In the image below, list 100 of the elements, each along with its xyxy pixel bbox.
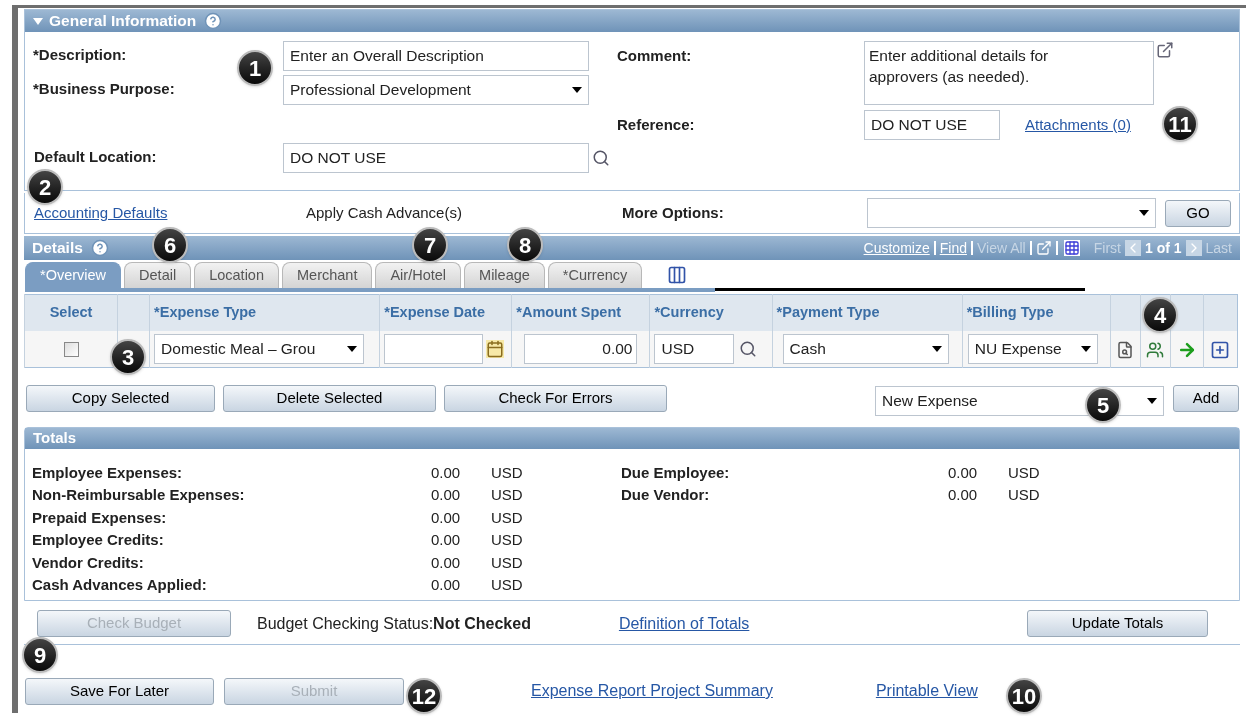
field-label: *Description: <box>33 45 128 66</box>
field-label: Employee Credits: <box>32 530 165 551</box>
amount-value: 0.00 <box>431 530 462 551</box>
button[interactable]: Save For Later <box>25 677 214 705</box>
field-label: Cash Advances Applied: <box>32 574 208 595</box>
add-row-icon[interactable] <box>1210 339 1231 360</box>
reference-field[interactable]: DO NOT USE <box>864 110 1000 140</box>
default-location-field[interactable]: DO NOT USE <box>283 142 589 173</box>
calendar-icon[interactable] <box>486 339 505 358</box>
currency-code: USD <box>491 574 523 595</box>
comment-textarea[interactable]: Enter additional details for approvers (as needed). <box>864 41 1154 105</box>
dropdown-caret-icon <box>347 345 358 352</box>
select-checkbox[interactable] <box>63 342 79 357</box>
dropdown-caret-icon <box>1147 398 1157 404</box>
link[interactable]: Attachments (0) <box>1025 113 1131 137</box>
field-label: Comment: <box>617 46 693 66</box>
amount-value: 0.00 <box>431 574 462 595</box>
amount-field[interactable]: 0.00 <box>524 333 638 364</box>
button[interactable]: Check For Errors <box>444 384 667 412</box>
expand-popup-icon[interactable] <box>1156 41 1174 59</box>
amount-value: 0.00 <box>431 462 462 483</box>
expense-type-select[interactable]: Domestic Meal – Grou <box>154 333 365 364</box>
budget-status-label: Budget Checking Status: <box>257 613 434 634</box>
callout-number: 9 <box>22 637 58 673</box>
tab[interactable]: Mileage <box>464 262 545 288</box>
panel-title: General Information <box>49 11 197 32</box>
callout-number: 1 <box>237 50 273 86</box>
column-header: *Currency <box>649 294 773 331</box>
help-icon[interactable] <box>90 239 109 257</box>
field-label: Employee Expenses: <box>32 462 184 483</box>
field-label: Reference: <box>617 114 696 135</box>
currency-code: USD <box>1008 462 1040 483</box>
first-label: First <box>1093 238 1121 258</box>
collapse-triangle-icon[interactable] <box>33 17 43 25</box>
column-header: *Billing Type <box>962 294 1111 331</box>
next-icon[interactable] <box>1185 240 1202 256</box>
field-label: *Business Purpose: <box>33 79 176 100</box>
currency-code: USD <box>491 552 523 573</box>
button[interactable]: Update Totals <box>1027 610 1208 637</box>
currency-code: USD <box>491 530 523 551</box>
column-header: *Payment Type <box>772 294 963 331</box>
callout-number: 6 <box>152 227 188 263</box>
dropdown-caret-icon <box>1139 210 1149 216</box>
link[interactable]: Definition of Totals <box>618 611 750 636</box>
callout-number: 10 <box>1006 678 1042 714</box>
download-grid-icon[interactable] <box>1063 240 1080 256</box>
billing-type-select[interactable]: NU Expense <box>967 333 1098 364</box>
currency-field[interactable]: USD <box>654 333 735 364</box>
help-icon[interactable] <box>204 12 223 30</box>
field-label: Default Location: <box>33 147 158 168</box>
field-label: Non-Reimbursable Expenses: <box>32 485 246 506</box>
dropdown-caret-icon <box>931 345 942 352</box>
currency-code: USD <box>1008 485 1040 506</box>
dropdown-caret-icon <box>572 86 582 93</box>
amount-value: 0.00 <box>431 552 462 573</box>
business-purpose-select[interactable]: Professional Development <box>283 74 589 105</box>
field-label: Due Employee: <box>621 462 731 483</box>
button[interactable]: Add <box>1173 384 1239 412</box>
panel-title: Details <box>32 238 83 259</box>
field-label: Prepaid Expenses: <box>32 507 168 528</box>
column-header: *Expense Date <box>379 294 512 331</box>
last-label: Last <box>1205 238 1232 258</box>
tab[interactable]: Location <box>194 262 279 288</box>
tab[interactable]: Merchant <box>282 262 373 288</box>
tab[interactable]: Air/Hotel <box>375 262 462 288</box>
detail-view-icon[interactable] <box>1116 340 1135 359</box>
field-label: Vendor Credits: <box>32 552 145 573</box>
link[interactable]: Printable View <box>875 679 978 703</box>
column-header: *Amount Spent <box>511 294 650 331</box>
link[interactable]: Expense Report Project Summary <box>531 679 773 703</box>
tab[interactable]: *Currency <box>547 262 643 288</box>
search-icon[interactable] <box>739 339 758 358</box>
currency-code: USD <box>491 462 523 483</box>
payment-type-select[interactable]: Cash <box>782 333 949 364</box>
more-options-select[interactable] <box>867 198 1156 228</box>
currency-code: USD <box>491 485 523 506</box>
amount-value: 0.00 <box>431 485 462 506</box>
amount-value: 0.00 <box>948 485 979 506</box>
column-header: *Expense Type <box>149 294 380 331</box>
description-field[interactable]: Enter an Overall Description <box>283 40 589 71</box>
callout-number: 7 <box>412 227 448 263</box>
amount-value: 0.00 <box>431 507 462 528</box>
column-header: Select <box>24 294 118 331</box>
budget-status: Not Checked <box>433 613 531 634</box>
button[interactable]: Delete Selected <box>223 384 436 412</box>
callout-number: 8 <box>507 227 543 263</box>
currency-code: USD <box>491 507 523 528</box>
row-count: 1 of 1 <box>1144 238 1182 258</box>
previous-icon[interactable] <box>1124 240 1141 256</box>
callout-number: 2 <box>27 169 63 205</box>
button[interactable]: GO <box>1165 199 1231 227</box>
field-label: More Options: <box>622 202 725 223</box>
panel-title: Totals <box>33 428 77 449</box>
button[interactable]: Copy Selected <box>26 384 215 412</box>
search-icon[interactable] <box>592 148 610 167</box>
callout-number: 11 <box>1162 106 1198 142</box>
field-label: Due Vendor: <box>621 485 711 506</box>
expense-date-field[interactable] <box>384 333 484 364</box>
amount-value: 0.00 <box>948 462 979 483</box>
tab[interactable]: Detail <box>124 262 192 288</box>
